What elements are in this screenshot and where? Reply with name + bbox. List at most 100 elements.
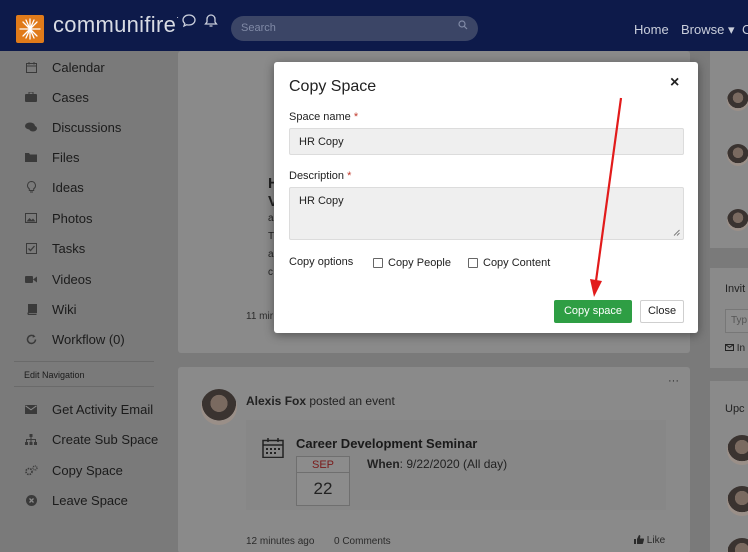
event-date-badge: SEP 22 <box>296 456 350 506</box>
copy-people-checkbox[interactable]: Copy People <box>373 257 451 269</box>
edit-navigation-caption[interactable]: Edit Navigation <box>24 370 85 380</box>
sidebar-item-discussions[interactable]: Discussions <box>24 117 121 137</box>
checkbox-box[interactable] <box>468 258 478 268</box>
nav-more-link[interactable]: C <box>742 22 748 37</box>
copy-options-label: Copy options <box>289 256 354 268</box>
communifire-logo-icon[interactable] <box>16 15 44 43</box>
sidebar-item-label: Photos <box>52 210 93 226</box>
folder-icon <box>24 150 38 164</box>
description-value: HR Copy <box>299 195 344 207</box>
brand-name[interactable]: communifire· <box>53 12 179 38</box>
event-title-link[interactable]: Career Development Seminar <box>296 436 477 451</box>
avatar[interactable] <box>201 389 237 425</box>
sidebar-action-get-activity-email[interactable]: Get Activity Email <box>24 399 153 419</box>
copy-people-label: Copy People <box>388 257 451 269</box>
cogs-icon <box>24 463 38 477</box>
copy-content-checkbox[interactable]: Copy Content <box>468 257 550 269</box>
sidebar-item-photos[interactable]: Photos <box>24 208 92 228</box>
calendar-icon <box>24 60 38 74</box>
sidebar-item-calendar[interactable]: Calendar <box>24 57 105 77</box>
chat-icon <box>24 120 38 134</box>
sidebar-item-tasks[interactable]: Tasks <box>24 238 85 258</box>
space-name-label: Space name * <box>289 111 359 123</box>
checkbox-icon <box>24 241 38 255</box>
sidebar-action-create-sub-space[interactable]: Create Sub Space <box>24 429 158 449</box>
invite-link-label: In <box>736 343 746 354</box>
nav-home-link[interactable]: Home <box>634 22 669 37</box>
sidebar-action-leave-space[interactable]: Leave Space <box>24 490 128 510</box>
search-icon[interactable] <box>458 20 468 30</box>
chat-bubble-icon[interactable] <box>181 13 197 34</box>
post-snippet-char: c <box>268 267 273 278</box>
sidebar-item-files[interactable]: Files <box>24 147 79 167</box>
thumbs-up-icon <box>634 535 645 544</box>
invite-card-title: Invit <box>725 283 746 295</box>
copy-space-button[interactable]: Copy space <box>554 300 632 323</box>
dialog-title: Copy Space <box>289 78 377 95</box>
sidebar-divider <box>14 386 154 387</box>
envelope-icon <box>24 402 38 416</box>
post-action-text: posted an event <box>309 394 395 408</box>
close-button[interactable]: Close <box>640 300 684 323</box>
invite-placeholder: Typ <box>731 315 748 326</box>
resize-handle-icon[interactable] <box>673 229 680 236</box>
sidebar-item-label: Copy Space <box>52 462 123 478</box>
post-timestamp: 11 mir <box>246 311 274 322</box>
briefcase-icon <box>24 90 38 104</box>
post-like-button[interactable]: Like <box>634 535 665 546</box>
post-timestamp: 12 minutes ago <box>246 536 315 547</box>
space-name-input[interactable]: HR Copy <box>289 128 684 155</box>
top-navigation-bar: communifire· Search Home Browse ▾ C <box>0 0 748 51</box>
event-when: When: 9/22/2020 (All day) <box>367 457 507 471</box>
avatar[interactable] <box>727 209 748 231</box>
post-author-link[interactable]: Alexis Fox <box>246 394 306 408</box>
copy-content-label: Copy Content <box>483 257 551 269</box>
sidebar-item-ideas[interactable]: Ideas <box>24 177 84 197</box>
event-month: SEP <box>297 457 349 473</box>
sidebar-item-label: Discussions <box>52 119 122 135</box>
search-placeholder: Search <box>241 22 276 34</box>
invite-link[interactable]: In <box>725 343 745 354</box>
close-icon[interactable]: × <box>670 74 679 92</box>
sidebar-item-wiki[interactable]: Wiki <box>24 299 77 319</box>
sidebar-item-label: Cases <box>52 89 89 105</box>
notification-bell-icon[interactable] <box>203 13 219 34</box>
sidebar-item-label: Get Activity Email <box>52 401 154 417</box>
sidebar-item-label: Workflow (0) <box>52 331 125 347</box>
sidebar-item-label: Files <box>52 149 80 165</box>
copy-space-dialog: Copy Space × Space name * HR Copy Descri… <box>274 62 698 333</box>
avatar[interactable] <box>727 89 748 111</box>
like-label: Like <box>646 535 666 546</box>
sidebar-action-copy-space[interactable]: Copy Space <box>24 460 123 480</box>
event-when-value: : 9/22/2020 (All day) <box>399 457 508 471</box>
sidebar-item-label: Calendar <box>52 59 105 75</box>
sidebar-item-label: Tasks <box>52 240 86 256</box>
avatar[interactable] <box>727 144 748 166</box>
sidebar-item-videos[interactable]: Videos <box>24 269 92 289</box>
video-icon <box>24 272 38 286</box>
checkbox-box[interactable] <box>373 258 383 268</box>
sidebar-item-cases[interactable]: Cases <box>24 87 89 107</box>
description-textarea[interactable]: HR Copy <box>289 187 684 240</box>
sidebar-item-label: Ideas <box>52 179 84 195</box>
invite-input[interactable]: Typ <box>725 309 748 333</box>
envelope-icon <box>725 344 734 351</box>
event-when-label: When <box>367 457 400 471</box>
search-input[interactable]: Search <box>231 16 478 41</box>
post-snippet-char: a <box>268 213 274 224</box>
post-headline: Alexis Fox posted an event <box>246 394 395 408</box>
nav-browse-menu[interactable]: Browse ▾ <box>681 22 735 38</box>
sidebar-item-label: Wiki <box>52 301 77 317</box>
post-comments-link[interactable]: 0 Comments <box>334 536 391 547</box>
post-more-menu[interactable]: ··· <box>668 375 679 387</box>
sidebar-item-workflow[interactable]: Workflow (0) <box>24 329 125 349</box>
post-snippet-char: a <box>268 249 274 260</box>
event-day: 22 <box>313 479 333 498</box>
book-icon <box>24 302 38 316</box>
sidebar-divider <box>14 361 154 362</box>
sidebar-item-label: Videos <box>52 271 92 287</box>
image-icon <box>24 211 38 225</box>
sidebar-item-label: Leave Space <box>52 492 128 508</box>
calendar-icon <box>262 438 284 461</box>
refresh-icon <box>24 332 38 346</box>
